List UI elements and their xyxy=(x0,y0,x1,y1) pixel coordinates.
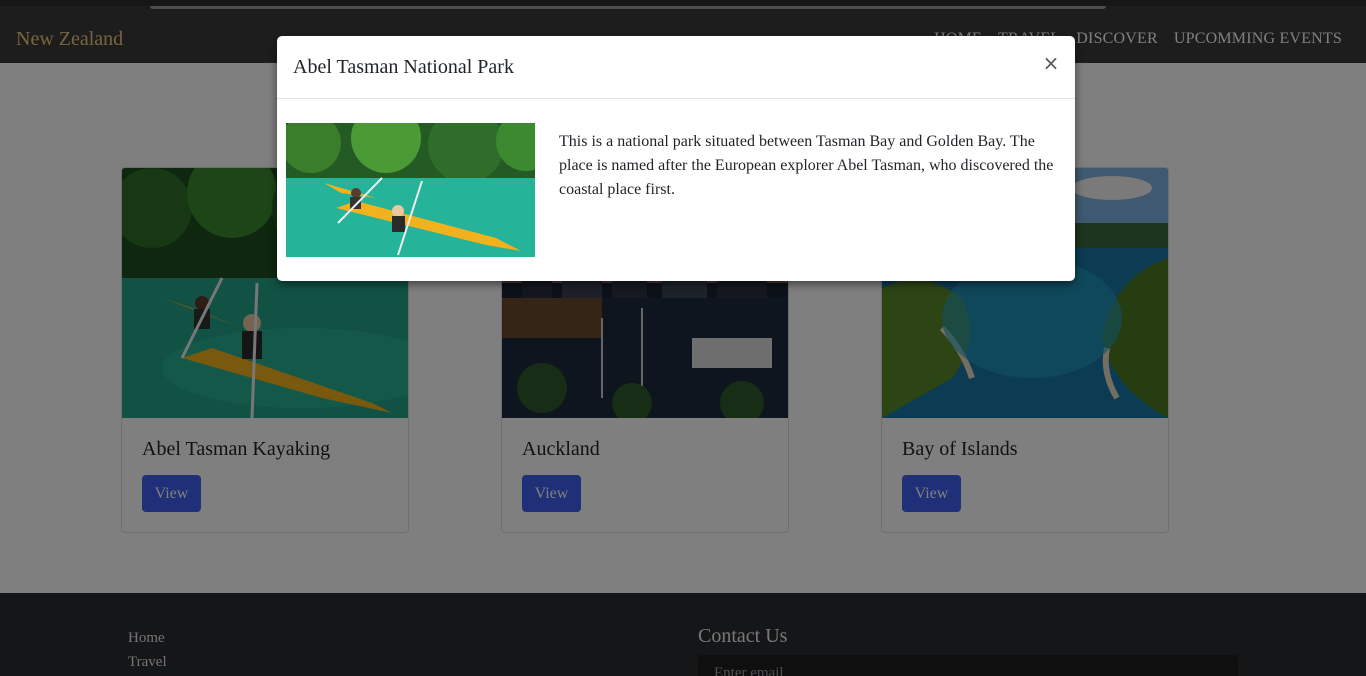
modal-title: Abel Tasman National Park xyxy=(293,56,514,78)
close-icon[interactable]: × xyxy=(1041,52,1061,74)
modal-header: Abel Tasman National Park × xyxy=(277,36,1075,99)
modal-description: This is a national park situated between… xyxy=(559,133,1054,198)
modal-photo xyxy=(286,123,535,257)
modal-dialog: Abel Tasman National Park × This is a na… xyxy=(277,36,1075,281)
